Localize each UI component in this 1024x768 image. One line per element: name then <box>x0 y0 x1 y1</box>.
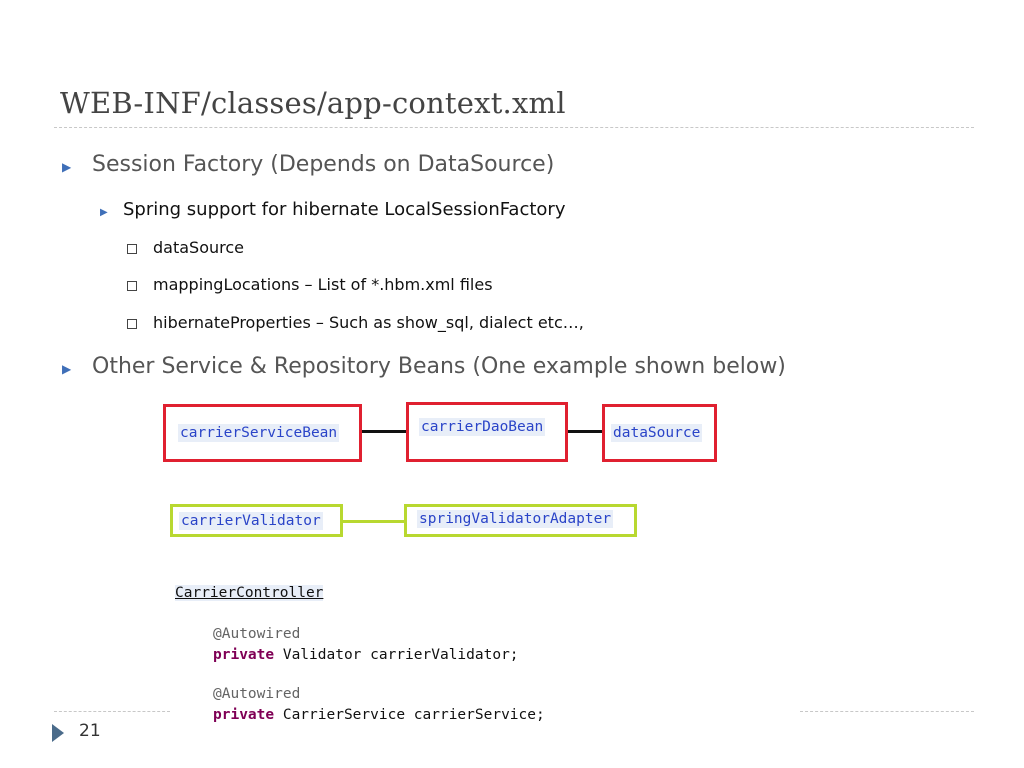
bean-label: springValidatorAdapter <box>417 510 614 528</box>
bean-carrier-validator: carrierValidator <box>170 504 343 537</box>
square-bullet-icon <box>127 244 137 254</box>
code-field-decl: CarrierService carrierService; <box>274 707 545 723</box>
bean-label: carrierServiceBean <box>178 424 340 442</box>
bullet-datasource: dataSource <box>127 238 244 257</box>
bullet-hibernate-properties: hibernateProperties – Such as show_sql, … <box>127 313 584 332</box>
bullet-text: hibernateProperties – Such as show_sql, … <box>153 313 584 332</box>
bullet-text: Session Factory (Depends on DataSource) <box>92 152 555 177</box>
page-number: 21 <box>79 721 101 741</box>
bullet-text: dataSource <box>153 238 244 257</box>
bullet-text: mappingLocations – List of *.hbm.xml fil… <box>153 275 493 294</box>
square-bullet-icon <box>127 319 137 329</box>
connector-service-dao <box>362 430 406 433</box>
bullet-text: Spring support for hibernate LocalSessio… <box>123 199 566 220</box>
bean-spring-validator-adapter: springValidatorAdapter <box>404 504 637 537</box>
footer-triangle-icon <box>52 724 64 742</box>
bean-label: dataSource <box>611 424 703 442</box>
triangle-bullet-icon: ▶ <box>62 160 72 174</box>
bullet-mapping-locations: mappingLocations – List of *.hbm.xml fil… <box>127 275 493 294</box>
slide-title: WEB-INF/classes/app-context.xml <box>60 86 566 120</box>
code-class-name: CarrierController <box>175 585 324 601</box>
bean-carrier-dao: carrierDaoBean <box>406 402 568 462</box>
bean-label: carrierDaoBean <box>419 418 546 436</box>
code-field-validator: private Validator carrierValidator; <box>213 647 519 663</box>
code-annotation: @Autowired <box>213 626 301 642</box>
connector-validator-adapter <box>343 520 404 523</box>
footer-divider-left <box>54 711 170 712</box>
bullet-text: Other Service & Repository Beans (One ex… <box>92 354 786 379</box>
square-bullet-icon <box>127 281 137 291</box>
triangle-bullet-icon: ▶ <box>62 362 72 376</box>
bullet-session-factory: ▶ Session Factory (Depends on DataSource… <box>62 152 554 177</box>
triangle-bullet-icon: ▶ <box>100 207 108 218</box>
title-divider <box>54 127 974 128</box>
code-field-service: private CarrierService carrierService; <box>213 707 545 723</box>
bullet-other-beans: ▶ Other Service & Repository Beans (One … <box>62 354 786 379</box>
bean-label: carrierValidator <box>179 511 323 530</box>
bullet-spring-support: ▶ Spring support for hibernate LocalSess… <box>100 199 565 220</box>
code-field-decl: Validator carrierValidator; <box>274 647 519 663</box>
code-snippet: CarrierController @Autowired private Val… <box>170 583 800 733</box>
bean-carrier-service: carrierServiceBean <box>163 404 362 462</box>
code-keyword: private <box>213 707 275 723</box>
connector-dao-datasource <box>568 430 602 433</box>
code-annotation: @Autowired <box>213 686 301 702</box>
footer-divider-right <box>800 711 974 712</box>
bean-datasource: dataSource <box>602 404 717 462</box>
code-keyword: private <box>213 647 275 663</box>
